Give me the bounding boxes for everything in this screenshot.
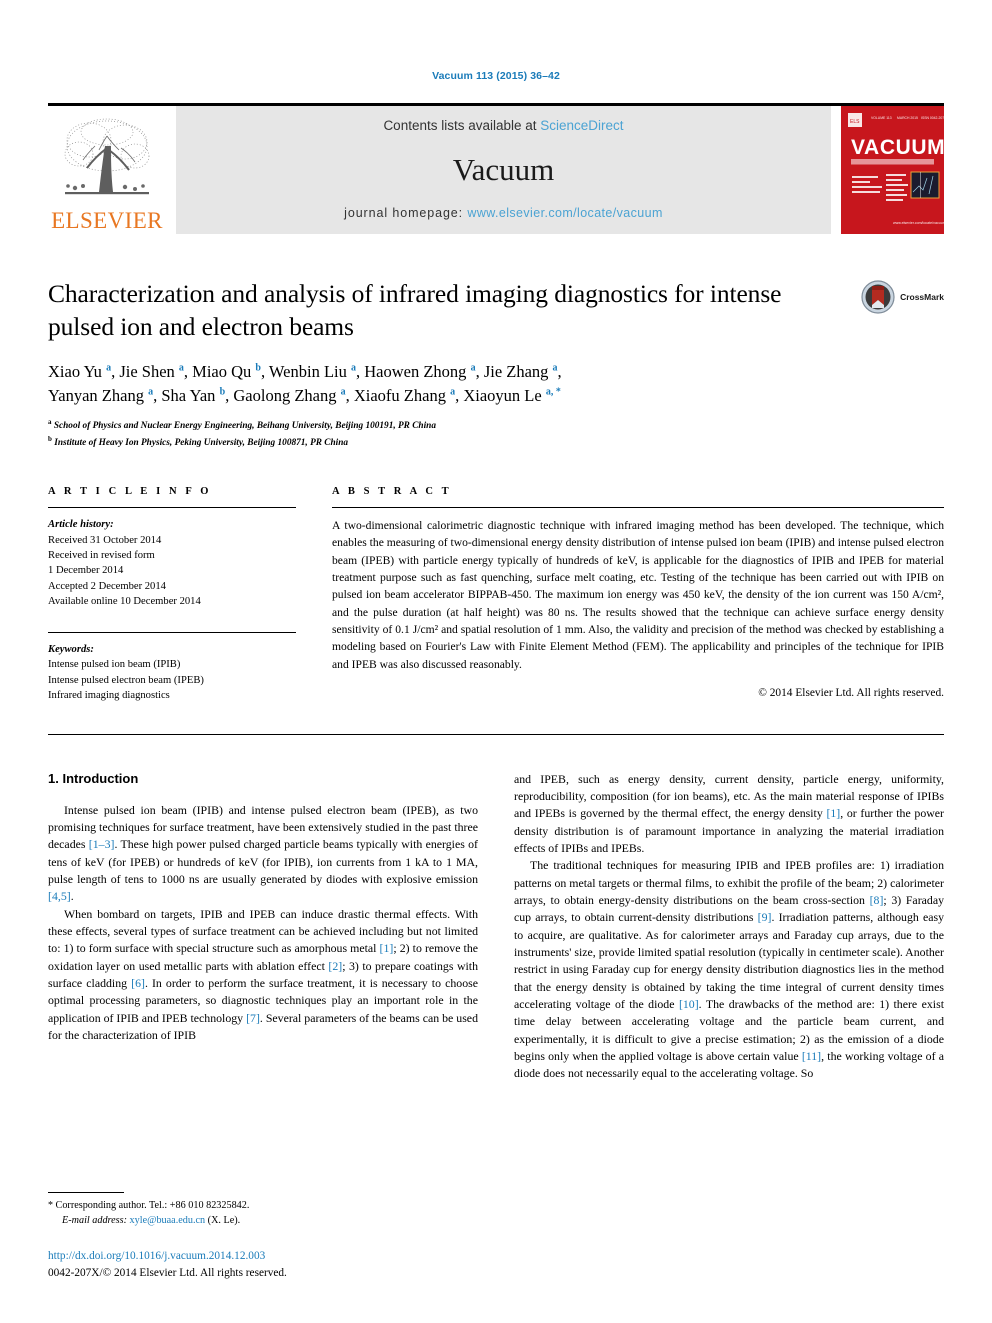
affiliation-a: a School of Physics and Nuclear Energy E… [48,418,436,432]
svg-text:MARCH 2015: MARCH 2015 [897,116,918,120]
keywords-block: Keywords: Intense pulsed ion beam (IPIB)… [48,642,296,704]
sciencedirect-link[interactable]: ScienceDirect [540,118,623,133]
elsevier-wordmark: ELSEVIER [51,208,163,233]
elsevier-tree-icon [64,118,150,195]
history-item: Available online 10 December 2014 [48,596,201,608]
svg-text:VOLUME 113: VOLUME 113 [871,116,892,120]
affiliations: a School of Physics and Nuclear Energy E… [48,417,944,450]
title-block: Characterization and analysis of infrare… [48,278,944,450]
svg-text:VACUUM: VACUUM [851,136,944,159]
section-heading-introduction: 1. Introduction [48,770,139,786]
contents-prefix: Contents lists available at [383,118,541,133]
contents-line: Contents lists available at ScienceDirec… [383,118,623,133]
author-line-2: Yanyan Zhang a, Sha Yan b, Gaolong Zhang… [48,385,561,405]
email-suffix: (X. Le). [207,1214,241,1226]
homepage-prefix: journal homepage: [344,206,468,220]
corresponding-author-marker: * [48,1199,53,1211]
journal-homepage-link[interactable]: www.elsevier.com/locate/vacuum [467,206,662,220]
paragraph: Intense pulsed ion beam (IPIB) and inten… [48,802,478,904]
journal-cover-thumbnail: ELS VOLUME 113 MARCH 2015 ISSN 0042-207X… [841,106,944,234]
body-column-right: and IPEB, such as energy density, curren… [514,771,944,1083]
history-item: Received 31 October 2014 [48,534,162,546]
corresponding-author-text: Corresponding author. Tel.: +86 010 8232… [55,1199,250,1211]
article-info-column: A R T I C L E I N F O Article history: R… [48,486,296,704]
crossmark-label: CrossMark [900,292,944,302]
email-link[interactable]: xyle@buaa.edu.cn [130,1215,206,1226]
paper-page: Vacuum 113 (2015) 36–42 ELSEVIER Content… [0,0,992,1323]
paragraph: and IPEB, such as energy density, curren… [514,771,944,855]
article-history: Article history: Received 31 October 201… [48,517,296,610]
svg-text:ELS: ELS [850,119,860,125]
author-list: Xiao Yu a, Jie Shen a, Miao Qu b, Wenbin… [48,360,848,407]
crossmark-icon [861,280,895,314]
corresponding-author-note: * Corresponding author. Tel.: +86 010 82… [48,1198,478,1213]
abstract-text: A two-dimensional calorimetric diagnosti… [332,519,944,671]
doi-block: http://dx.doi.org/10.1016/j.vacuum.2014.… [48,1248,478,1281]
crossmark-badge[interactable]: CrossMark [861,280,944,314]
doi-link[interactable]: http://dx.doi.org/10.1016/j.vacuum.2014.… [48,1248,478,1264]
abstract-column: A B S T R A C T A two-dimensional calori… [332,486,944,704]
journal-homepage-line: journal homepage: www.elsevier.com/locat… [344,206,663,220]
abstract-copyright: © 2014 Elsevier Ltd. All rights reserved… [758,687,944,700]
page-footer: * Corresponding author. Tel.: +86 010 82… [48,1191,478,1281]
journal-masthead: ELSEVIER Contents lists available at Sci… [48,103,944,234]
author-line-1: Xiao Yu a, Jie Shen a, Miao Qu b, Wenbin… [48,362,562,382]
issn-copyright-line: 0042-207X/© 2014 Elsevier Ltd. All right… [48,1266,287,1279]
info-abstract-region: A R T I C L E I N F O Article history: R… [48,486,944,704]
svg-text:www.elsevier.com/locate/vacuum: www.elsevier.com/locate/vacuum [893,221,944,225]
divider [48,631,296,633]
affiliation-b: b Institute of Heavy Ion Physics, Peking… [48,434,349,448]
journal-cover-artwork: ELS VOLUME 113 MARCH 2015 ISSN 0042-207X… [841,106,944,234]
journal-banner: Contents lists available at ScienceDirec… [176,106,831,234]
section-divider [48,733,944,735]
page-title: Characterization and analysis of infrare… [48,279,782,341]
keywords-label: Keywords: [48,643,94,655]
svg-text:ISSN 0042-207X: ISSN 0042-207X [921,116,944,120]
keyword-item: Intense pulsed ion beam (IPIB) [48,659,181,671]
email-note: E-mail address: xyle@buaa.edu.cn (X. Le)… [48,1213,478,1228]
history-item: Received in revised form [48,550,155,561]
history-item: Accepted 2 December 2014 [48,580,166,592]
history-item: 1 December 2014 [48,565,124,577]
keyword-item: Infrared imaging diagnostics [48,690,170,702]
article-body: 1. Introduction Intense pulsed ion beam … [48,771,944,1083]
abstract-heading: A B S T R A C T [332,486,452,498]
running-head: Vacuum 113 (2015) 36–42 [432,70,560,82]
article-history-label: Article history: [48,519,114,531]
footnote-rule [48,1191,124,1193]
email-label: E-mail address: [62,1214,127,1226]
journal-title: Vacuum [452,152,555,187]
divider [332,507,944,509]
keyword-item: Intense pulsed electron beam (IPEB) [48,674,204,686]
body-column-left: 1. Introduction Intense pulsed ion beam … [48,771,478,1083]
article-info-heading: A R T I C L E I N F O [48,486,212,498]
paragraph: When bombard on targets, IPIB and IPEB c… [48,906,478,1043]
paragraph: The traditional techniques for measuring… [514,858,944,1081]
elsevier-logo: ELSEVIER [48,106,166,234]
divider [48,507,296,509]
